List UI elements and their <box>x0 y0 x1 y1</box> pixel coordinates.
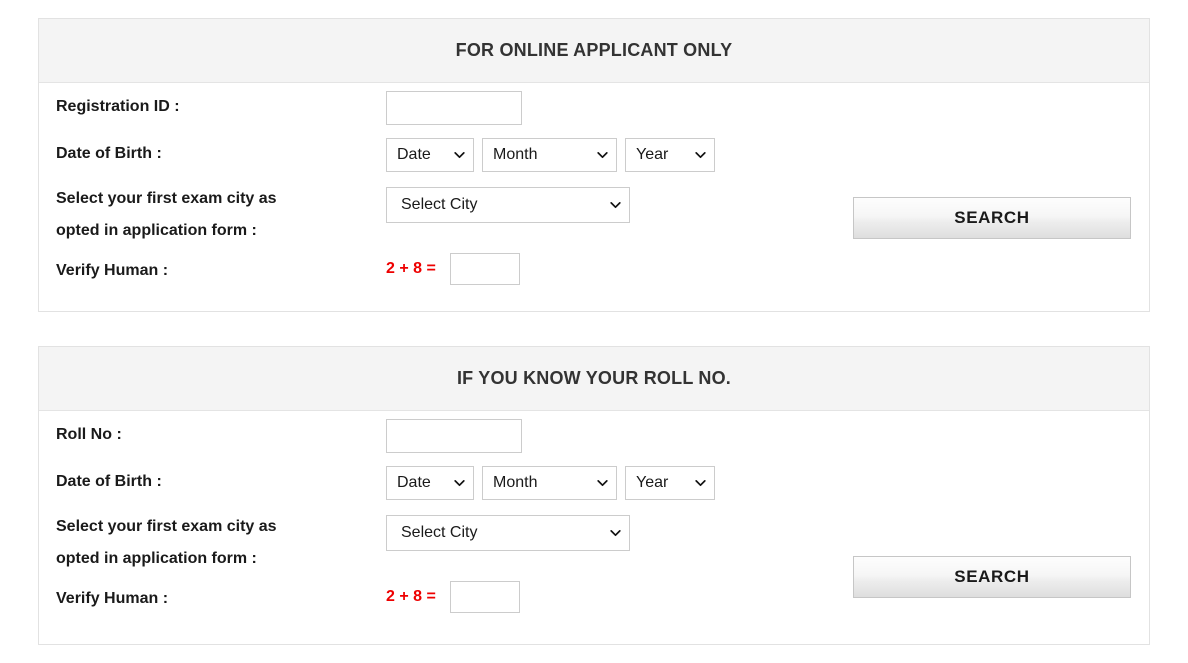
label-roll-no: Roll No : <box>56 426 122 443</box>
dob-month-value-online: Month <box>493 146 538 163</box>
row-date-of-birth-rollno: Date of Birth : Date Month Year <box>56 458 816 505</box>
captcha-question-online: 2 + 8 = <box>386 260 436 277</box>
row-exam-city-online: Select your first exam city as opted in … <box>56 177 816 247</box>
panel-online-applicant: FOR ONLINE APPLICANT ONLY Registration I… <box>38 18 1150 312</box>
label-exam-city-rollno: Select your first exam city as opted in … <box>56 505 386 575</box>
dob-month-select-rollno[interactable]: Month <box>482 466 617 500</box>
row-exam-city-rollno: Select your first exam city as opted in … <box>56 505 816 575</box>
controls-exam-city-online: Select City <box>386 177 630 223</box>
controls-date-of-birth-online: Date Month Year <box>386 130 715 172</box>
dob-year-select-online[interactable]: Year <box>625 138 715 172</box>
dob-date-value-rollno: Date <box>397 474 431 491</box>
panel-roll-no: IF YOU KNOW YOUR ROLL NO. Roll No : Date… <box>38 346 1150 645</box>
registration-id-input[interactable] <box>386 91 522 125</box>
dob-year-value-online: Year <box>636 146 669 163</box>
dob-month-select-online[interactable]: Month <box>482 138 617 172</box>
panel-title-online: FOR ONLINE APPLICANT ONLY <box>455 40 733 60</box>
exam-city-select-online[interactable]: Select City <box>386 187 630 223</box>
label-registration-id: Registration ID : <box>56 98 180 115</box>
dob-year-value-rollno: Year <box>636 474 669 491</box>
panel-header-online: FOR ONLINE APPLICANT ONLY <box>39 19 1149 83</box>
label-date-of-birth-online: Date of Birth : <box>56 145 162 162</box>
dob-year-select-rollno[interactable]: Year <box>625 466 715 500</box>
dob-date-select-rollno[interactable]: Date <box>386 466 474 500</box>
row-verify-human-online: Verify Human : 2 + 8 = <box>56 247 816 294</box>
controls-registration-id <box>386 83 522 125</box>
exam-city-value-rollno: Select City <box>401 524 478 541</box>
dob-month-value-rollno: Month <box>493 474 538 491</box>
label-exam-city-line2-online: opted in application form : <box>56 222 257 239</box>
label-verify-human-rollno: Verify Human : <box>56 590 169 607</box>
controls-roll-no <box>386 411 522 453</box>
controls-exam-city-rollno: Select City <box>386 505 630 551</box>
label-date-of-birth-rollno: Date of Birth : <box>56 473 162 490</box>
panel-body-rollno: Roll No : Date of Birth : Date Month Yea… <box>39 411 1149 644</box>
dob-date-value-online: Date <box>397 146 431 163</box>
panel-body-online: Registration ID : Date of Birth : Date M… <box>39 83 1149 311</box>
row-roll-no: Roll No : <box>56 411 816 458</box>
search-button-online[interactable]: SEARCH <box>853 197 1131 239</box>
label-exam-city-line2-rollno: opted in application form : <box>56 550 257 567</box>
search-button-rollno[interactable]: SEARCH <box>853 556 1131 598</box>
captcha-answer-input-online[interactable] <box>449 253 520 285</box>
form-rollno: Roll No : Date of Birth : Date Month Yea… <box>56 411 816 622</box>
row-verify-human-rollno: Verify Human : 2 + 8 = <box>56 575 816 622</box>
row-date-of-birth-online: Date of Birth : Date Month Year <box>56 130 816 177</box>
controls-date-of-birth-rollno: Date Month Year <box>386 458 715 500</box>
label-exam-city-line1-online: Select your first exam city as <box>56 190 277 207</box>
label-exam-city-line1-rollno: Select your first exam city as <box>56 518 277 535</box>
captcha-answer-input-rollno[interactable] <box>449 581 520 613</box>
captcha-question-rollno: 2 + 8 = <box>386 588 436 605</box>
label-exam-city-online: Select your first exam city as opted in … <box>56 177 386 247</box>
form-online: Registration ID : Date of Birth : Date M… <box>56 83 816 294</box>
panel-title-rollno: IF YOU KNOW YOUR ROLL NO. <box>456 368 731 388</box>
dob-date-select-online[interactable]: Date <box>386 138 474 172</box>
exam-city-value-online: Select City <box>401 196 478 213</box>
controls-verify-human-online: 2 + 8 = <box>386 247 520 285</box>
label-verify-human-online: Verify Human : <box>56 262 169 279</box>
panel-header-rollno: IF YOU KNOW YOUR ROLL NO. <box>39 347 1149 411</box>
roll-no-input[interactable] <box>386 419 522 453</box>
row-registration-id: Registration ID : <box>56 83 816 130</box>
page-root: FOR ONLINE APPLICANT ONLY Registration I… <box>0 0 1188 663</box>
exam-city-select-rollno[interactable]: Select City <box>386 515 630 551</box>
controls-verify-human-rollno: 2 + 8 = <box>386 575 520 613</box>
